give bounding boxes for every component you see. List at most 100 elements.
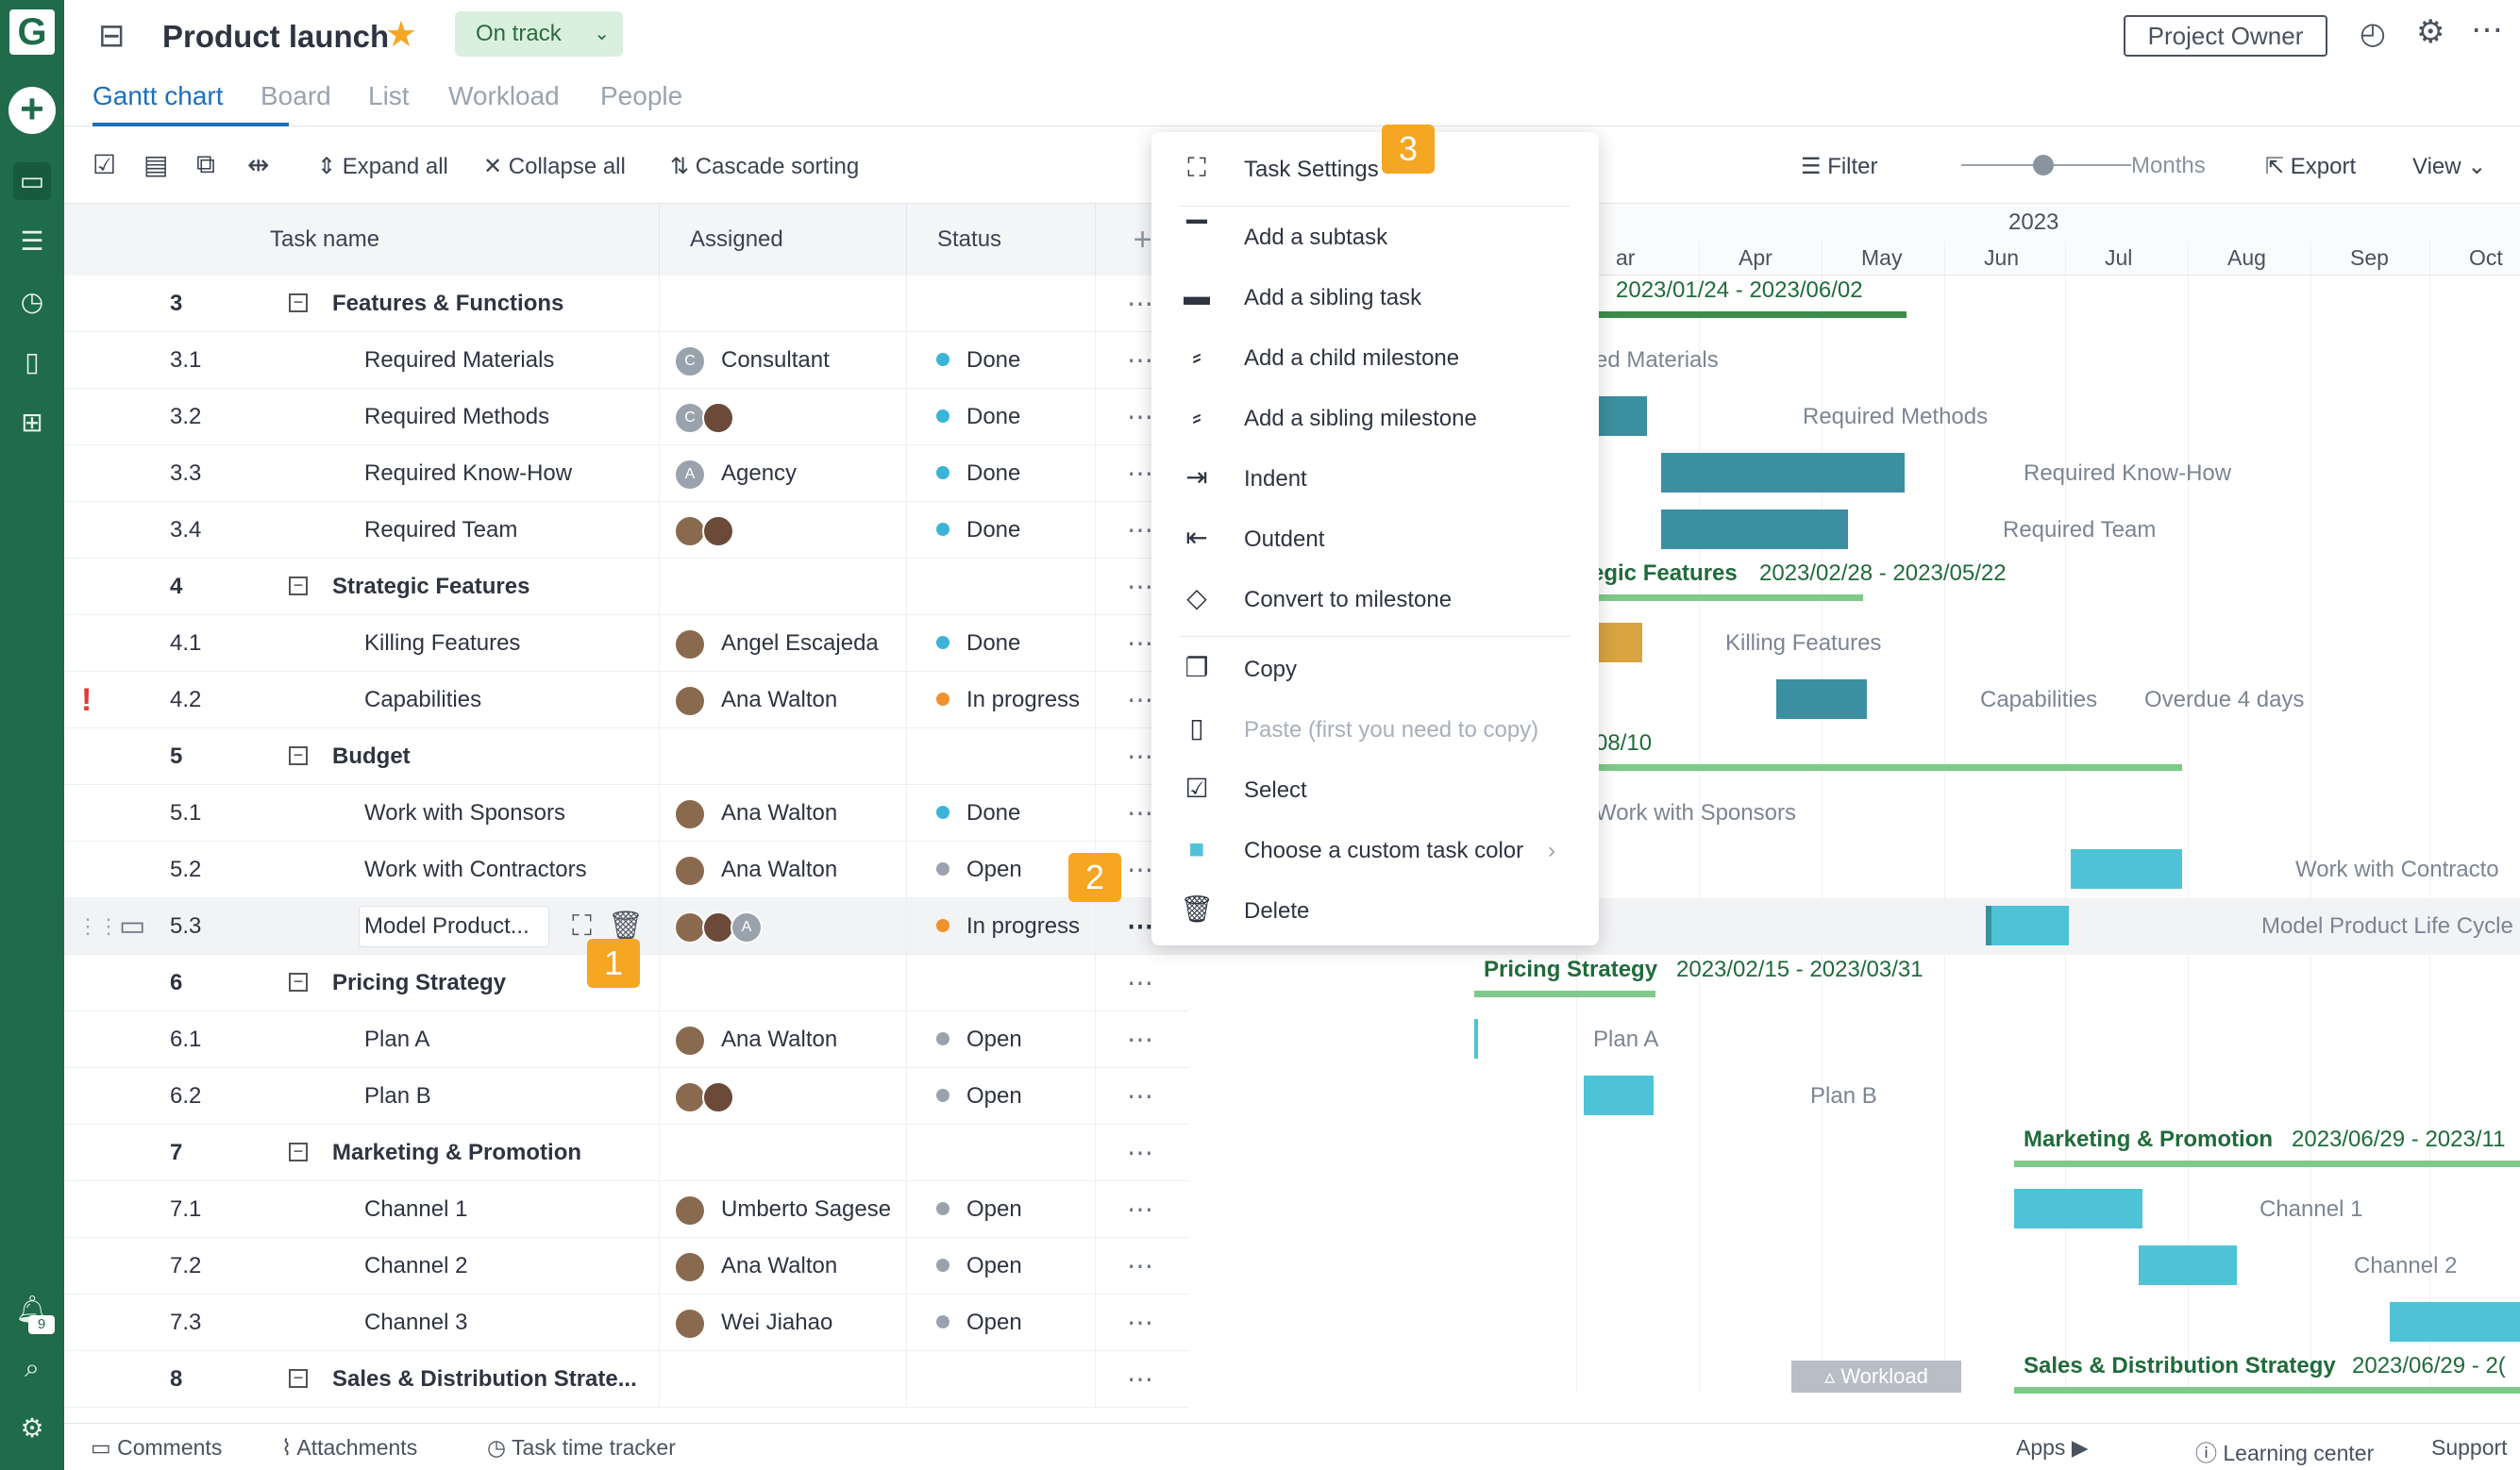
assignee-name[interactable]: Angel Escajeda — [721, 615, 879, 672]
tab-list[interactable]: List — [368, 81, 410, 111]
assignee-name[interactable]: Ana Walton — [721, 672, 837, 728]
menu-item-select[interactable]: Select — [1244, 777, 1307, 804]
task-name[interactable]: Pricing Strategy — [332, 955, 506, 1011]
assignee-avatars[interactable] — [674, 785, 710, 842]
menu-item-task-settings[interactable]: Task Settings — [1244, 157, 1379, 183]
learning-center-button[interactable]: ⓘ Learning center — [2195, 1435, 2374, 1467]
hierarchy-icon[interactable]: ⧉ — [196, 149, 215, 180]
zoom-slider-handle[interactable] — [2033, 155, 2054, 175]
calendar-icon[interactable]: ▤ — [143, 149, 168, 180]
table-row[interactable]: 6.2 Plan B Open ⋯ — [64, 1068, 1189, 1125]
status-cell[interactable]: Open — [936, 1238, 1022, 1295]
assignee-avatars[interactable] — [674, 1238, 710, 1295]
status-cell[interactable]: Done — [936, 389, 1020, 445]
tab-people[interactable]: People — [600, 81, 682, 111]
column-header-status[interactable]: Status — [906, 204, 1095, 276]
search-icon[interactable]: ⌕ — [13, 1349, 51, 1387]
apps-grid-icon[interactable]: ⊞ — [13, 404, 51, 442]
table-row[interactable]: 7.3 Channel 3 Wei Jiahao Open ⋯ — [64, 1295, 1189, 1351]
row-more-icon[interactable]: ⋯ — [1127, 1295, 1155, 1351]
group-row[interactable]: 3− Features & Functions ⋯ — [64, 276, 1189, 332]
menu-item-copy[interactable]: Copy — [1244, 657, 1297, 683]
assignee-name[interactable]: Consultant — [721, 332, 830, 389]
assignee-avatars[interactable] — [674, 502, 738, 559]
task-name[interactable]: Plan B — [364, 1068, 431, 1125]
assignee-avatars[interactable]: A — [674, 898, 766, 955]
task-bar[interactable] — [1584, 1076, 1654, 1115]
assignee-name[interactable]: Ana Walton — [721, 785, 837, 842]
expand-all-button[interactable]: ⇕ Expand all — [317, 153, 448, 180]
assignee-avatars[interactable]: C — [674, 389, 738, 445]
assignee-avatars[interactable] — [674, 1068, 738, 1125]
projects-folder-icon[interactable]: ▭ — [13, 162, 51, 200]
more-options-icon[interactable]: ⋯ — [2471, 11, 2503, 49]
row-more-icon[interactable]: ⋯ — [1127, 1181, 1155, 1238]
assignee-name[interactable]: Agency — [721, 445, 797, 502]
assignee-avatars[interactable]: C — [674, 332, 710, 389]
task-bar[interactable] — [1595, 623, 1642, 662]
task-name[interactable]: Work with Sponsors — [364, 785, 565, 842]
status-cell[interactable]: Done — [936, 332, 1020, 389]
checkbox-select-icon[interactable]: ☑ — [92, 149, 116, 180]
task-bar-selected[interactable] — [1986, 906, 2069, 945]
create-plus-icon[interactable]: + — [8, 87, 56, 134]
time-tracker-button[interactable]: ◷ Task time tracker — [487, 1435, 676, 1461]
row-more-icon[interactable]: ⋯ — [1127, 1011, 1155, 1068]
task-bar[interactable] — [2014, 1189, 2142, 1228]
group-label[interactable]: Sales & Distribution Strategy — [2024, 1353, 2336, 1379]
task-bar[interactable] — [1474, 1019, 1478, 1059]
table-row[interactable]: 7.1 Channel 1 Umberto Sagese Open ⋯ — [64, 1181, 1189, 1238]
status-cell[interactable]: Done — [936, 445, 1020, 502]
task-bar[interactable] — [2139, 1245, 2237, 1285]
group-label[interactable]: Marketing & Promotion — [2024, 1127, 2273, 1153]
settings-icon[interactable]: ⚙ — [2416, 13, 2444, 51]
tab-workload[interactable]: Workload — [448, 81, 560, 111]
settings-gear-icon[interactable]: ⚙ — [13, 1410, 51, 1447]
menu-item-delete[interactable]: Delete — [1244, 898, 1309, 925]
project-title[interactable]: Product launch — [162, 19, 389, 55]
collapse-all-button[interactable]: ✕ Collapse all — [483, 153, 626, 180]
group-row[interactable]: 7 − Marketing & Promotion ⋯ — [64, 1125, 1189, 1181]
task-name[interactable]: Required Methods — [364, 389, 549, 445]
status-cell[interactable]: Open — [936, 842, 1022, 898]
status-cell[interactable]: Open — [936, 1295, 1022, 1351]
row-more-icon[interactable]: ⋯ — [1127, 1238, 1155, 1295]
assignee-avatars[interactable] — [674, 1181, 710, 1238]
assignee-name[interactable]: Ana Walton — [721, 1238, 837, 1295]
status-cell[interactable]: In progress — [936, 898, 1080, 955]
assignee-avatars[interactable] — [674, 842, 710, 898]
task-name[interactable]: Required Materials — [364, 332, 554, 389]
menu-item-convert-to-milestone[interactable]: Convert to milestone — [1244, 587, 1452, 613]
task-name[interactable]: Budget — [332, 728, 411, 785]
project-owner-button[interactable]: Project Owner — [2124, 15, 2327, 57]
task-name[interactable]: Marketing & Promotion — [332, 1125, 581, 1181]
task-name[interactable]: Channel 2 — [364, 1238, 467, 1295]
table-row[interactable]: 5.2 Work with Contractors Ana Walton Open ⋯ — [64, 842, 1189, 898]
group-progress-bar[interactable] — [1474, 991, 1655, 997]
tab-board[interactable]: Board — [260, 81, 331, 111]
assignee-name[interactable]: Ana Walton — [721, 842, 837, 898]
task-bar[interactable] — [1661, 453, 1905, 493]
column-header-task-name[interactable]: Task name — [64, 204, 659, 276]
collapse-toggle-icon[interactable]: − — [289, 728, 325, 785]
table-row[interactable]: 3.4 Required Team Done ⋯ — [64, 502, 1189, 559]
task-bar[interactable] — [2390, 1302, 2520, 1342]
task-name[interactable]: Model Product... — [364, 898, 529, 955]
assignee-avatars[interactable] — [674, 672, 710, 728]
menu-item-add-child-milestone[interactable]: Add a child milestone — [1244, 345, 1459, 372]
status-cell[interactable]: In progress — [936, 672, 1080, 728]
table-row[interactable]: 5.1 Work with Sponsors Ana Walton Done ⋯ — [64, 785, 1189, 842]
task-name[interactable]: Killing Features — [364, 615, 520, 672]
status-cell[interactable]: Done — [936, 785, 1020, 842]
task-name[interactable]: Required Know-How — [364, 445, 572, 502]
status-cell[interactable]: Open — [936, 1068, 1022, 1125]
menu-item-outdent[interactable]: Outdent — [1244, 526, 1324, 553]
row-more-icon[interactable]: ⋯ — [1127, 1125, 1155, 1181]
task-name[interactable]: Features & Functions — [332, 276, 563, 332]
table-row[interactable]: ! 4.2 Capabilities Ana Walton In progress ⋯ — [64, 672, 1189, 728]
task-name[interactable]: Work with Contractors — [364, 842, 587, 898]
task-bar[interactable] — [1776, 679, 1867, 719]
assignee-name[interactable]: Wei Jiahao — [721, 1295, 832, 1351]
group-row[interactable]: 8 − Sales & Distribution Strate... ⋯ — [64, 1351, 1189, 1408]
collapse-toggle-icon[interactable]: − — [289, 955, 325, 1011]
